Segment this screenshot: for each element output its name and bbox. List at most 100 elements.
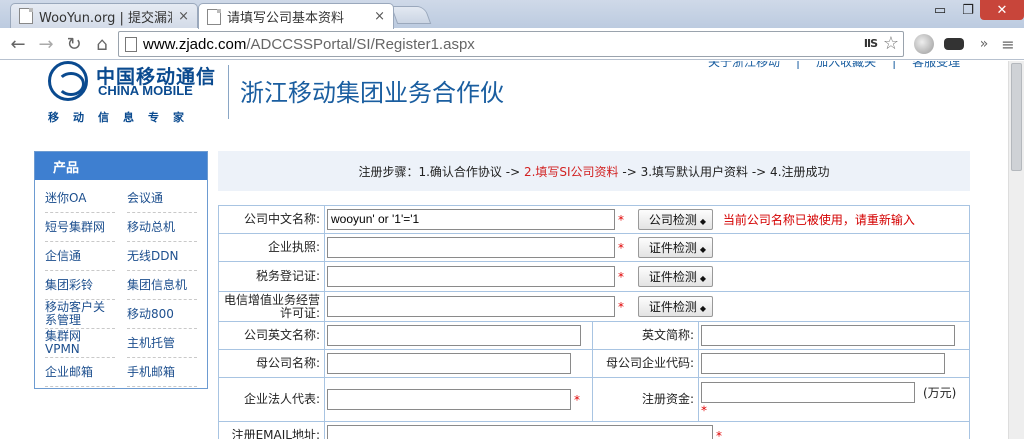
sidebar-item-conference[interactable]: 会议通 xyxy=(127,184,197,213)
link-customer-service[interactable]: 客服受理 xyxy=(912,61,960,69)
link-about[interactable]: 关于浙江移动 xyxy=(708,61,780,69)
minimize-icon[interactable]: ▭ xyxy=(926,0,954,20)
page-scrollbar[interactable] xyxy=(1008,61,1024,439)
dropdown-arrow-icon: ◆ xyxy=(699,245,706,254)
tax-cert-input[interactable] xyxy=(327,266,615,287)
page-info-icon[interactable] xyxy=(125,36,137,52)
required-mark: * xyxy=(716,428,722,439)
sidebar-item-mini-oa[interactable]: 迷你OA xyxy=(45,184,115,213)
parent-code-label: 母公司企业代码: xyxy=(592,349,699,378)
dropdown-arrow-icon: ◆ xyxy=(699,217,706,226)
sidebar-item-mobile-800[interactable]: 移动800 xyxy=(127,300,197,329)
sidebar-item-group-info-machine[interactable]: 集团信息机 xyxy=(127,271,197,300)
registration-steps: 注册步骤：1.确认合作协议 -> 2.填写SI公司资料 -> 3.填写默认用户资… xyxy=(218,151,970,191)
steps-current: 2.填写SI公司资料 xyxy=(523,164,619,179)
address-bar[interactable]: www.zjadc.com/ADCCSSPortal/SI/Register1.… xyxy=(118,31,904,57)
reload-icon[interactable]: ↻ xyxy=(62,32,86,56)
incognito-icon[interactable] xyxy=(944,38,964,50)
tab-wooyun[interactable]: WooYun.org | 提交漏洞 × xyxy=(10,3,198,28)
telecom-license-check-button[interactable]: 证件检测 ◆ xyxy=(637,296,713,317)
legal-rep-label: 企业法人代表: xyxy=(218,377,325,422)
telecom-license-input[interactable] xyxy=(327,296,615,317)
tab-register[interactable]: 请填写公司基本资料 × xyxy=(198,3,394,29)
parent-name-input[interactable] xyxy=(327,353,571,374)
required-mark: * xyxy=(701,403,707,418)
page-content: 中国移动通信 CHINA MOBILE 移动信息专家 浙江移动集团业务合作伙 关… xyxy=(0,61,1008,439)
logo-en-text: CHINA MOBILE xyxy=(98,83,193,98)
scrollbar-thumb[interactable] xyxy=(1011,63,1022,171)
business-license-label: 企业执照: xyxy=(218,233,325,262)
company-name-error: 当前公司名称已被使用，请重新输入 xyxy=(722,213,915,227)
sidebar-item-group-ringtone[interactable]: 集团彩铃 xyxy=(45,271,115,300)
sidebar-item-wireless-ddn[interactable]: 无线DDN xyxy=(127,242,197,271)
sidebar-item-enterprise-sms[interactable]: 企信通 xyxy=(45,242,115,271)
sidebar-title: 产品 xyxy=(35,152,207,180)
required-mark: * xyxy=(618,212,624,227)
link-add-favorite[interactable]: 加入收藏夹 xyxy=(816,61,876,69)
dropdown-arrow-icon: ◆ xyxy=(699,274,706,283)
company-en-name-input[interactable] xyxy=(327,325,581,346)
reg-capital-input[interactable] xyxy=(701,381,915,403)
home-icon[interactable]: ⌂ xyxy=(90,32,114,56)
page-icon xyxy=(19,8,33,24)
tab-close-icon[interactable]: × xyxy=(178,9,189,24)
forward-icon[interactable]: → xyxy=(34,32,58,56)
steps-prefix: 注册步骤：1.确认合作协议 -> xyxy=(358,164,521,179)
tab-close-icon[interactable]: × xyxy=(374,9,385,24)
link-separator: | xyxy=(796,61,801,69)
product-sidebar: 产品 迷你OA 会议通 短号集群网 移动总机 企信通 无线DDN 集团彩铃 集团… xyxy=(34,151,208,389)
sidebar-item-enterprise-mail[interactable]: 企业邮箱 xyxy=(45,358,115,387)
sidebar-item-vpmn[interactable]: 集群网VPMN xyxy=(45,329,115,358)
required-mark: * xyxy=(618,240,624,255)
wrench-menu-icon[interactable]: ≡ xyxy=(996,32,1020,56)
bookmark-star-icon[interactable]: ☆ xyxy=(883,33,899,54)
iis-extension-icon[interactable]: IIS xyxy=(864,37,878,50)
tax-cert-check-label: 证件检测 xyxy=(648,270,697,284)
reg-capital-label: 注册资金: xyxy=(592,377,699,422)
window-close-icon[interactable]: ✕ xyxy=(980,0,1024,20)
dropdown-arrow-icon: ◆ xyxy=(699,304,706,313)
company-en-name-label: 公司英文名称: xyxy=(218,321,325,350)
restore-icon[interactable]: ❐ xyxy=(954,0,982,20)
steps-suffix: -> 3.填写默认用户资料 -> 4.注册成功 xyxy=(622,164,830,179)
business-license-input[interactable] xyxy=(327,237,615,258)
tax-cert-check-button[interactable]: 证件检测 ◆ xyxy=(637,266,713,287)
company-info-form: 公司中文名称: wooyun' or '1'='1 * 公司检测 ◆ 当前公司名称已… xyxy=(218,205,970,439)
tab-label: 请填写公司基本资料 xyxy=(227,11,345,26)
url-path: /ADCCSSPortal/SI/Register1.aspx xyxy=(246,35,475,53)
page-icon xyxy=(207,8,221,25)
logo-slogan: 移动信息专家 xyxy=(48,111,198,124)
required-mark: * xyxy=(618,299,624,314)
en-abbrev-input[interactable] xyxy=(701,325,955,346)
link-separator: | xyxy=(892,61,897,69)
sidebar-item-short-number-group[interactable]: 短号集群网 xyxy=(45,213,115,242)
company-name-input[interactable]: wooyun' or '1'='1 xyxy=(327,209,615,230)
telecom-license-check-label: 证件检测 xyxy=(648,300,697,314)
browser-tabstrip: WooYun.org | 提交漏洞 × 请填写公司基本资料 × ▭ ❐ ✕ xyxy=(0,0,1024,29)
url-text: www.zjadc.com/ADCCSSPortal/SI/Register1.… xyxy=(143,36,475,53)
back-icon[interactable]: ← xyxy=(6,32,30,56)
telecom-license-label: 电信增值业务经营许可证: xyxy=(218,291,325,322)
sidebar-item-hosting[interactable]: 主机托管 xyxy=(127,329,197,358)
sidebar-item-crm[interactable]: 移动客户关系管理 xyxy=(45,300,115,329)
sidebar-item-mobile-mail[interactable]: 手机邮箱 xyxy=(127,358,197,387)
browser-toolbar: ← → ↻ ⌂ www.zjadc.com/ADCCSSPortal/SI/Re… xyxy=(0,28,1024,60)
more-extensions-icon[interactable]: » xyxy=(972,32,996,56)
header-divider xyxy=(228,65,229,119)
china-mobile-emblem-icon xyxy=(48,61,88,101)
en-abbrev-label: 英文简称: xyxy=(592,321,699,350)
email-label: 注册EMAIL地址: xyxy=(218,421,325,439)
parent-name-label: 母公司名称: xyxy=(218,349,325,378)
site-title: 浙江移动集团业务合作伙 xyxy=(240,79,504,107)
new-tab-button[interactable] xyxy=(390,6,432,24)
tax-cert-label: 税务登记证: xyxy=(218,261,325,292)
license-check-button[interactable]: 证件检测 ◆ xyxy=(637,237,713,258)
globe-icon[interactable] xyxy=(914,34,934,54)
email-input[interactable] xyxy=(327,425,713,439)
reg-capital-unit: (万元) xyxy=(923,385,957,400)
legal-rep-input[interactable] xyxy=(327,389,571,410)
sidebar-item-mobile-switchboard[interactable]: 移动总机 xyxy=(127,213,197,242)
china-mobile-logo[interactable]: 中国移动通信 CHINA MOBILE 移动信息专家 xyxy=(48,61,228,125)
parent-code-input[interactable] xyxy=(701,353,945,374)
company-check-button[interactable]: 公司检测 ◆ xyxy=(637,209,713,230)
